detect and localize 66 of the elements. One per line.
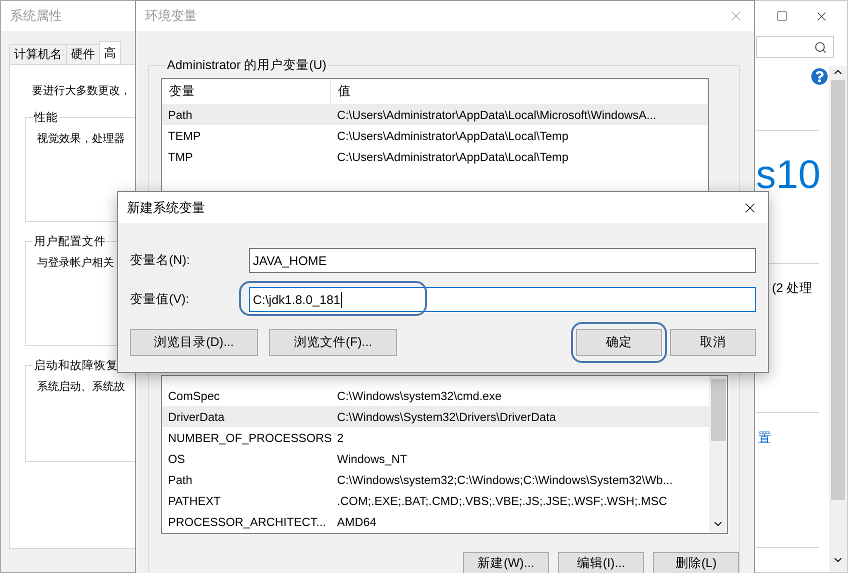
intro-text: 要进行大多数更改， (31, 84, 132, 98)
variable-name: OS (167, 452, 186, 466)
variable-name: TMP (167, 150, 194, 164)
variable-name: Path (167, 472, 194, 486)
dialog-button[interactable]: 编辑(I)... (558, 552, 644, 573)
heading: s10 (756, 155, 820, 195)
link[interactable]: 置 (756, 429, 771, 447)
search-field[interactable] (756, 36, 834, 58)
detail-text: (2 处理 (771, 280, 813, 297)
table-row[interactable]: Path C:\Users\Administrator\AppData\Local\Microsoft\WindowsA... (162, 104, 708, 125)
variable-name: DriverData (167, 410, 226, 424)
maximize-icon (776, 10, 788, 22)
browse-button[interactable]: 浏览文件(F)... (269, 329, 397, 356)
text-caret (341, 292, 342, 308)
table-row[interactable]: PATHEXT .COM;.EXE;.BAT;.CMD;.VBS;.VBE;.JS;.JSE;.WSF;.WSH;.MSC (162, 490, 709, 511)
variable-value: C:\Users\Administrator\AppData\Local\Temp (336, 128, 570, 142)
dialog-button[interactable]: 取消 (670, 329, 756, 356)
dialog-title: 新建系统变量 (127, 198, 205, 216)
table-row[interactable]: PROCESSOR_ARCHITECT... AMD64 (162, 511, 709, 532)
variable-name: PATHEXT (167, 494, 222, 508)
table-row[interactable]: Path C:\Windows\system32;C:\Windows;C:\Windows\System32\Wb... (162, 469, 709, 490)
browse-button[interactable]: 浏览目录(D)... (130, 329, 258, 356)
field-label: 变量值(V): (130, 291, 190, 308)
variable-name: PROCESSOR_ARCHITECT... (167, 514, 327, 528)
variable-value: C:\Users\Administrator\AppData\Local\Microsoft\WindowsA... (336, 108, 658, 122)
variable-value: C:\Windows\system32;C:\Windows;C:\Windows\System32\Wb... (336, 472, 674, 486)
table-row[interactable]: OS Windows_NT (162, 448, 709, 469)
tab[interactable]: 高 (99, 41, 121, 64)
variable-name: NUMBER_OF_PROCESSORS (167, 430, 331, 444)
group-description: 系统启动、系统故 (37, 381, 125, 393)
scrollbar[interactable] (709, 376, 727, 533)
search-icon (814, 40, 827, 54)
group-title: Administrator 的用户变量(U) (166, 57, 328, 74)
input-field[interactable]: JAVA_HOME (248, 248, 756, 273)
window-title: 系统属性 (10, 7, 62, 25)
group-description: 视觉效果，处理器 (37, 133, 125, 145)
table-row[interactable]: NUMBER_OF_PROCESSORS 2 (162, 427, 709, 448)
table-row[interactable]: DriverData C:\Windows\System32\Drivers\DriverData (162, 406, 709, 427)
dialog-button[interactable]: 确定 (576, 329, 662, 356)
variable-name: ComSpec (167, 388, 221, 402)
field-label: 变量名(N): (130, 252, 191, 269)
variable-value: C:\Windows\System32\Drivers\DriverData (336, 410, 557, 424)
scrollbar[interactable] (829, 66, 847, 572)
variable-name: TEMP (167, 128, 202, 142)
variable-value: C:\Users\Administrator\AppData\Local\Temp (336, 150, 570, 164)
group-title: 性能 (33, 110, 59, 125)
table-row[interactable]: ComSpec C:\Windows\system32\cmd.exe (162, 385, 709, 406)
dialog-button[interactable]: 删除(L) (653, 552, 739, 573)
variable-value: AMD64 (336, 514, 378, 528)
variable-value: C:\Windows\system32\cmd.exe (336, 388, 503, 402)
dialog-button[interactable]: 新建(W)... (463, 552, 549, 573)
help-icon[interactable] (811, 68, 828, 85)
table-row[interactable]: TMP C:\Users\Administrator\AppData\Local\Temp (162, 146, 708, 167)
group-description: 与登录帐户相关 (37, 257, 114, 269)
tab[interactable]: 计算机名 (9, 44, 67, 64)
variable-value: .COM;.EXE;.BAT;.CMD;.VBS;.VBE;.JS;.JSE;.WSF;.WSH;.MSC (336, 494, 668, 508)
input-field[interactable]: C:\jdk1.8.0_181 (248, 287, 756, 312)
group-title: 启动和故障恢复 (33, 358, 119, 373)
variable-value: Windows_NT (336, 452, 408, 466)
variable-name: Path (167, 108, 194, 122)
column-header[interactable]: 值 (331, 79, 708, 104)
variable-value: 2 (336, 430, 345, 444)
group-title: 用户配置文件 (33, 234, 107, 249)
table-row[interactable]: TEMP C:\Users\Administrator\AppData\Local\Temp (162, 125, 708, 146)
maximize-button[interactable] (776, 10, 788, 22)
window-title: 环境变量 (145, 7, 197, 25)
